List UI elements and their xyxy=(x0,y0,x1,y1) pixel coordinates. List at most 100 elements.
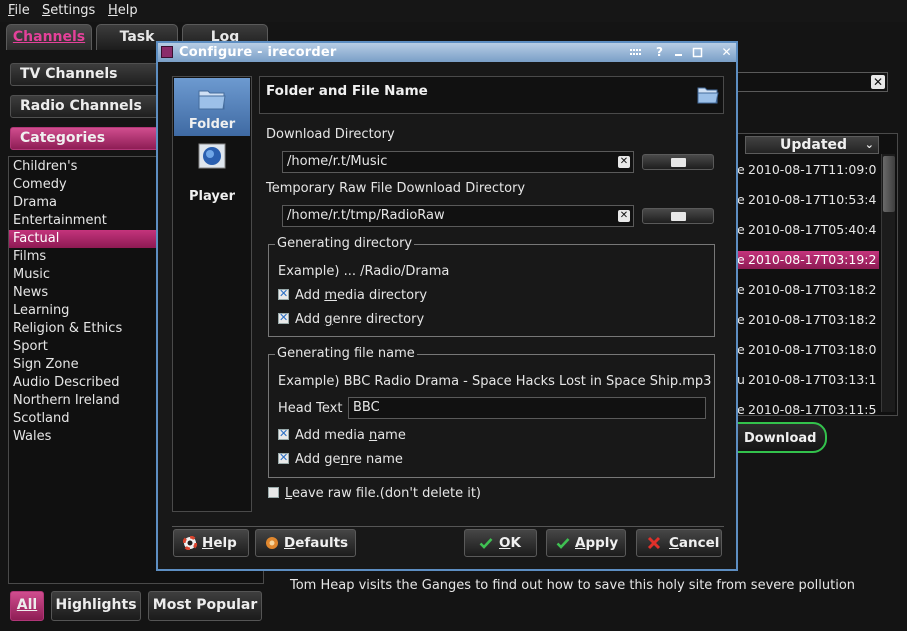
search-input[interactable]: ✕ xyxy=(728,72,888,92)
table-row[interactable]: e 2010-08-17T03:18:0 xyxy=(737,341,879,359)
add-genre-directory-checkbox[interactable]: Add genre directory xyxy=(278,311,424,327)
configure-dialog: Configure - irecorder ? ✕ Folder Player … xyxy=(156,41,738,571)
download-button[interactable]: Download xyxy=(728,422,827,453)
dialog-title-bar[interactable]: Configure - irecorder ? ✕ xyxy=(158,43,736,62)
maximize-icon[interactable] xyxy=(690,45,705,60)
column-header-updated[interactable]: Updated ⌄ xyxy=(745,136,879,154)
page-player[interactable]: Player xyxy=(174,138,250,204)
generating-file-name-group: Generating file name Example) BBC Radio … xyxy=(268,346,715,478)
menu-bar: File Settings Help xyxy=(0,0,907,22)
add-genre-name-checkbox[interactable]: Add genre name xyxy=(278,451,403,467)
add-media-directory-checkbox[interactable]: Add media directory xyxy=(278,287,428,303)
label-part: efaults xyxy=(295,535,349,551)
label-mnemonic: D xyxy=(284,535,296,551)
check-icon xyxy=(556,538,570,549)
programme-table[interactable]: Updated ⌄ e 2010-08-17T11:09:0 e 2010-08-17… xyxy=(728,133,898,419)
all-button-label: All xyxy=(16,597,38,613)
close-icon[interactable]: ✕ xyxy=(719,45,734,60)
download-directory-label: Download Directory xyxy=(266,127,395,142)
temp-directory-label: Temporary Raw File Download Directory xyxy=(266,181,526,196)
table-row[interactable]: e 2010-08-17T11:09:0 xyxy=(737,161,879,179)
clear-field-icon[interactable]: ✕ xyxy=(618,210,630,222)
most-popular-button-label: Most Popular xyxy=(152,597,258,613)
pin-icon[interactable] xyxy=(628,45,643,60)
row-updated: 2010-08-17T05:40:4 xyxy=(748,222,877,237)
cancel-button[interactable]: Cancel xyxy=(636,529,722,557)
browse-download-directory-button[interactable] xyxy=(642,154,714,170)
menu-settings[interactable]: Settings xyxy=(42,3,95,18)
folder-icon xyxy=(671,158,686,167)
highlights-button[interactable]: Highlights xyxy=(51,591,141,621)
clear-search-icon[interactable]: ✕ xyxy=(871,75,885,89)
apply-button[interactable]: Apply xyxy=(546,529,626,557)
head-text-input[interactable]: BBC xyxy=(348,397,706,419)
temp-directory-field[interactable]: /home/r.t/tmp/RadioRaw ✕ xyxy=(282,205,634,227)
row-updated: 2010-08-17T03:11:5 xyxy=(748,402,877,417)
add-media-name-checkbox[interactable]: Add media name xyxy=(278,427,406,443)
checkbox-checked-icon[interactable] xyxy=(278,451,289,464)
dialog-title: Configure - irecorder xyxy=(179,45,337,60)
table-row[interactable]: e 2010-08-17T10:53:4 xyxy=(737,191,879,209)
label-part: K xyxy=(510,535,521,551)
label-mnemonic: g xyxy=(324,312,333,327)
tab-task-label: Task xyxy=(119,29,155,45)
table-row[interactable]: u 2010-08-17T03:13:1 xyxy=(737,371,879,389)
minimize-icon[interactable] xyxy=(671,45,686,60)
table-row[interactable]: e 2010-08-17T03:19:2 xyxy=(737,251,879,269)
menu-file[interactable]: File xyxy=(8,3,30,18)
player-icon xyxy=(198,143,226,169)
menu-help-label: elp xyxy=(117,3,138,18)
checkbox-unchecked-icon[interactable] xyxy=(268,487,279,498)
folder-icon xyxy=(198,90,226,110)
checkbox-checked-icon[interactable] xyxy=(278,427,289,440)
table-row[interactable]: e 2010-08-17T05:40:4 xyxy=(737,221,879,239)
file-name-example: Example) BBC Radio Drama - Space Hacks L… xyxy=(278,374,712,389)
label-part: edia directory xyxy=(336,288,428,303)
chevron-down-icon: ⌄ xyxy=(864,138,874,151)
label-part: eave raw file.(don't delete it) xyxy=(292,486,481,501)
page-player-label: Player xyxy=(188,189,236,204)
defaults-button[interactable]: Defaults xyxy=(255,529,356,557)
vertical-scrollbar[interactable] xyxy=(881,154,895,412)
checkbox-checked-icon[interactable] xyxy=(278,287,289,300)
browse-temp-directory-button[interactable] xyxy=(642,208,714,224)
row-updated: 2010-08-17T10:53:4 xyxy=(748,192,877,207)
table-row[interactable]: e 2010-08-17T03:18:2 xyxy=(737,311,879,329)
page-folder[interactable]: Folder xyxy=(174,78,250,136)
column-header-label: Updated xyxy=(780,137,848,153)
label-part: Add xyxy=(295,312,325,327)
highlights-button-label: Highlights xyxy=(55,597,137,613)
dialog-page-list: Folder Player xyxy=(172,76,252,512)
row-updated: 2010-08-17T03:13:1 xyxy=(748,372,877,387)
label-part: pply xyxy=(585,535,619,551)
row-title-fragment: e xyxy=(737,162,745,177)
head-text-value: BBC xyxy=(353,400,380,415)
label-mnemonic: n xyxy=(368,428,378,443)
most-popular-button[interactable]: Most Popular xyxy=(148,591,262,621)
help-button[interactable]: Help xyxy=(173,529,249,557)
label-mnemonic: C xyxy=(669,535,679,551)
leave-raw-file-checkbox[interactable]: Leave raw file.(don't delete it) xyxy=(268,486,481,501)
label-mnemonic: L xyxy=(285,486,293,501)
table-row[interactable]: e 2010-08-17T03:18:2 xyxy=(737,281,879,299)
folder-icon xyxy=(671,212,686,221)
check-icon xyxy=(479,538,493,549)
label-mnemonic: O xyxy=(499,535,511,551)
folder-icon xyxy=(697,87,719,104)
app-icon xyxy=(161,46,173,58)
menu-help[interactable]: Help xyxy=(108,3,138,18)
row-updated: 2010-08-17T11:09:0 xyxy=(748,162,877,177)
table-row[interactable]: e 2010-08-17T03:11:5 xyxy=(737,401,879,419)
checkbox-checked-icon[interactable] xyxy=(278,311,289,324)
row-updated: 2010-08-17T03:19:2 xyxy=(748,252,877,267)
help-question-icon[interactable]: ? xyxy=(652,45,667,60)
ok-button[interactable]: OK xyxy=(464,529,537,557)
clear-field-icon[interactable]: ✕ xyxy=(618,156,630,168)
tab-channels[interactable]: Channels xyxy=(6,24,92,50)
label-part: ancel xyxy=(678,535,720,551)
all-button[interactable]: All xyxy=(10,591,44,621)
label-mnemonic: n xyxy=(340,452,349,467)
scrollbar-thumb[interactable] xyxy=(883,156,895,212)
download-directory-field[interactable]: /home/r.t/Music ✕ xyxy=(282,151,634,173)
page-header-title: Folder and File Name xyxy=(266,83,428,99)
